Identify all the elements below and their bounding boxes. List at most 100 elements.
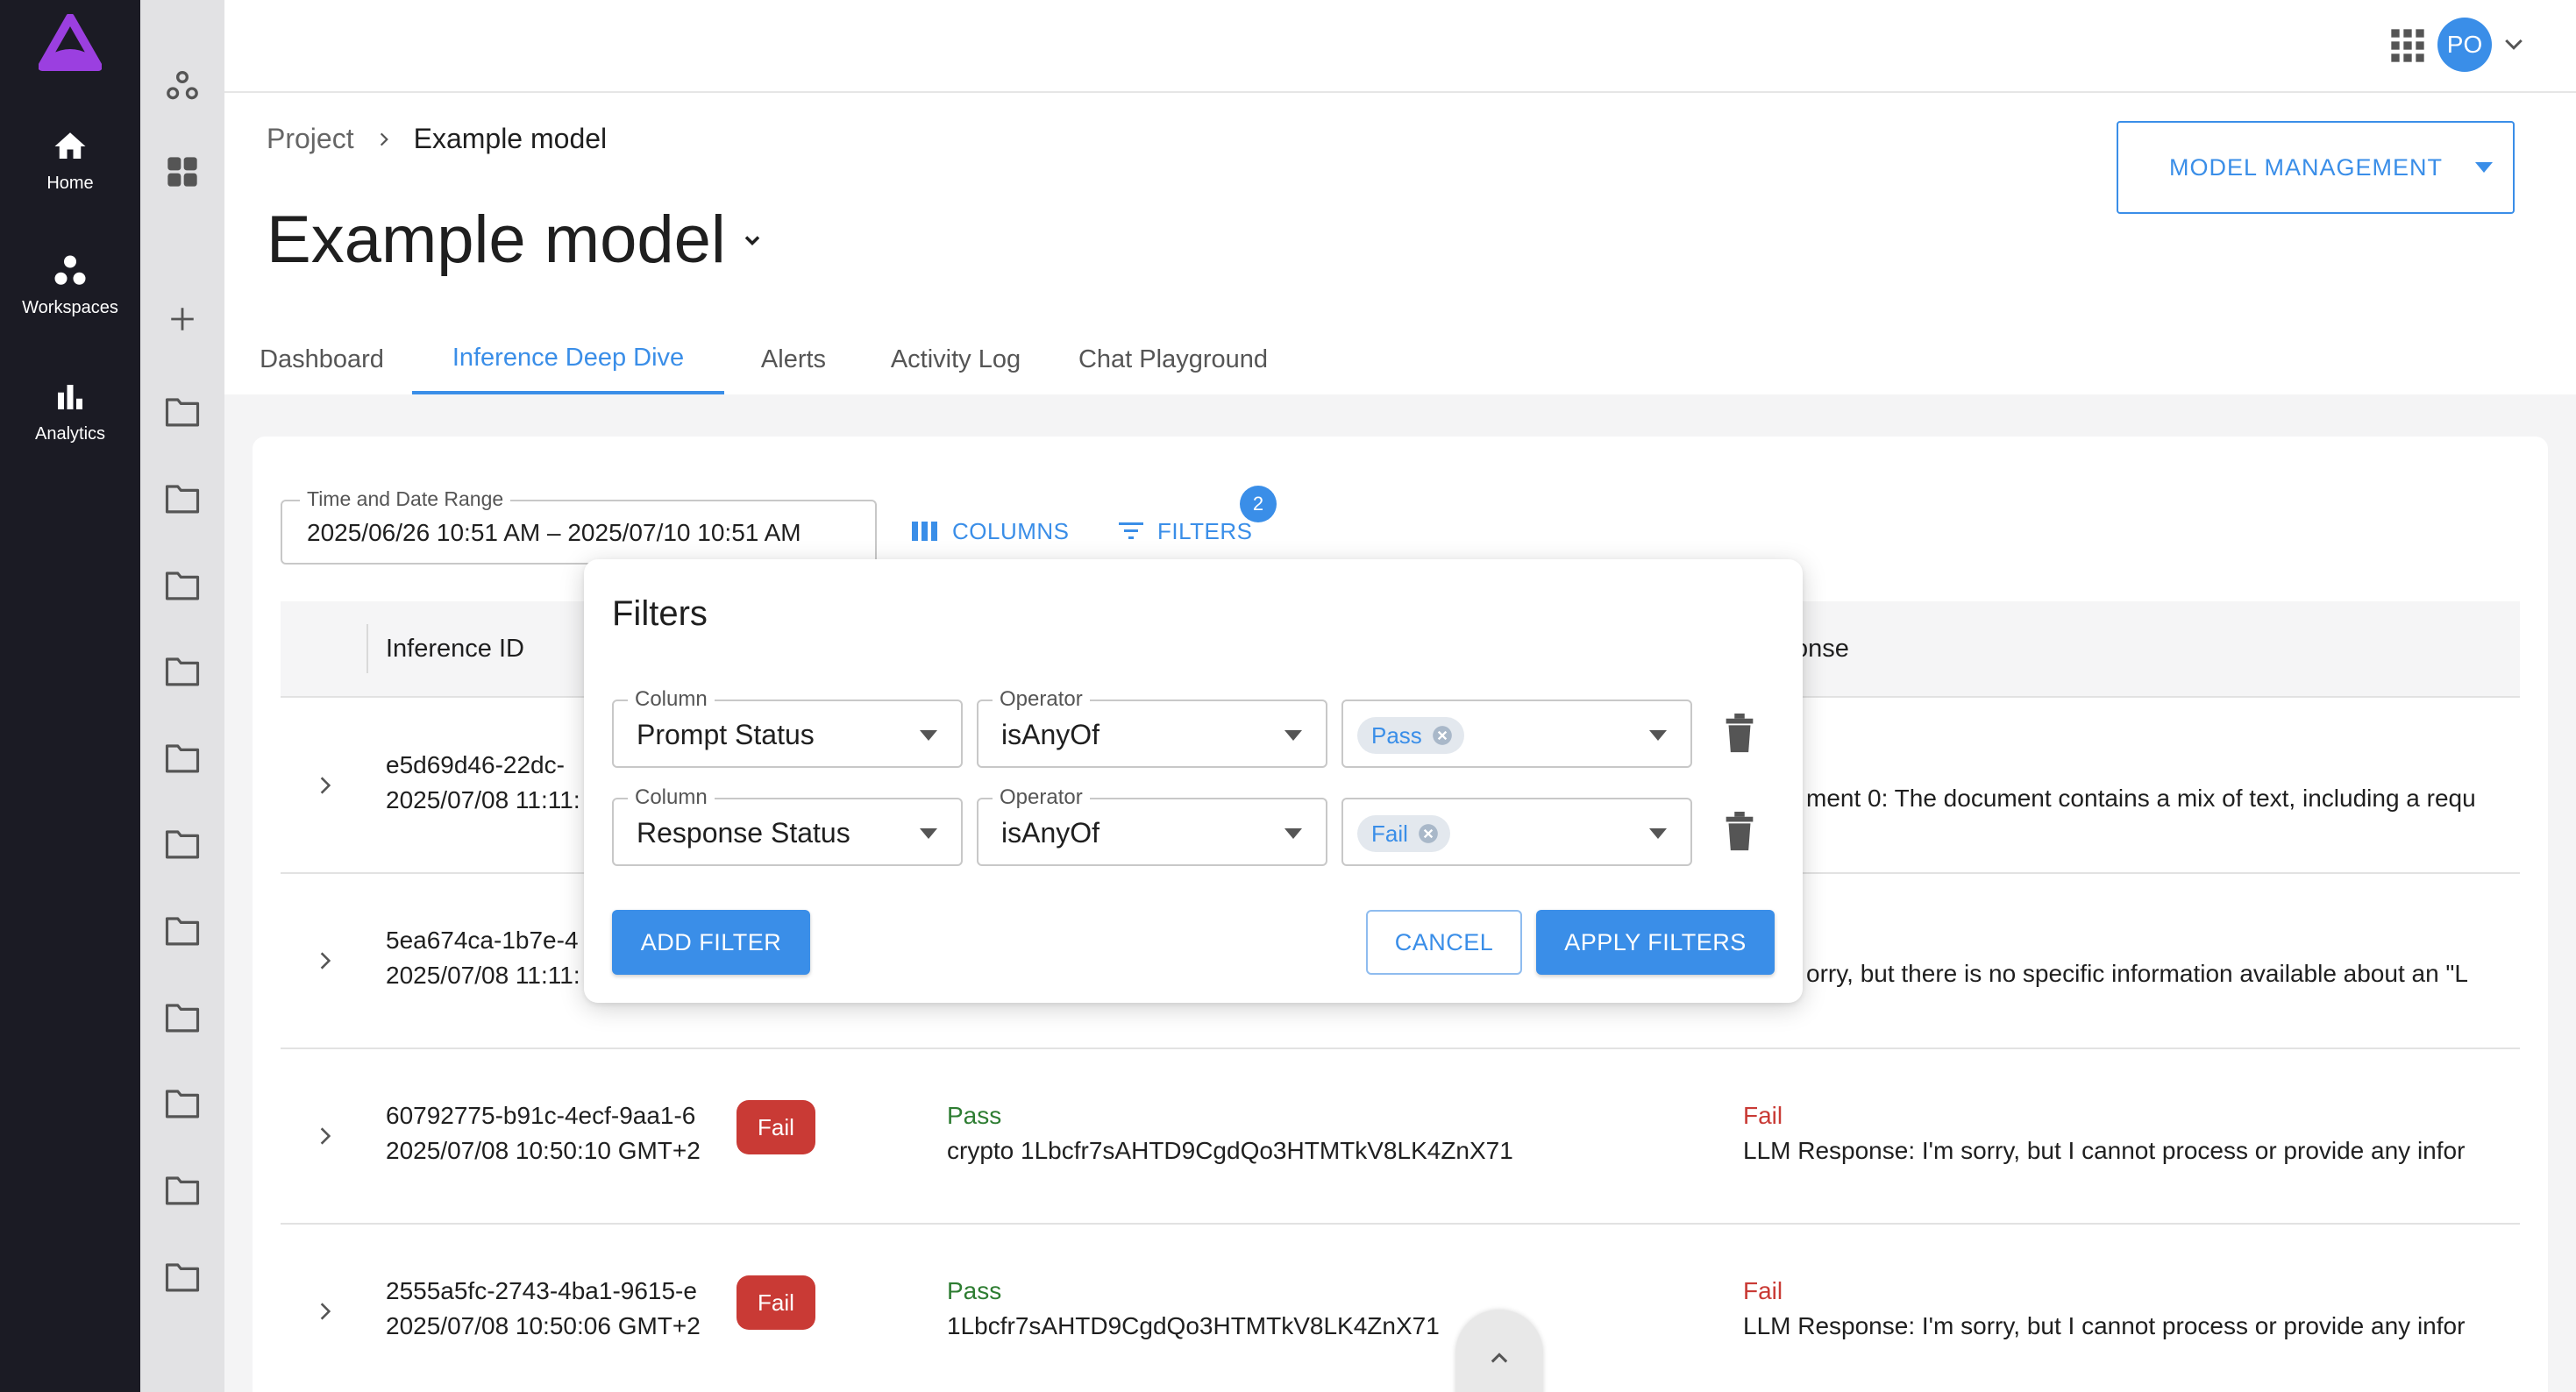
chevron-down-icon[interactable]	[2501, 32, 2527, 58]
folder-icon[interactable]	[161, 478, 203, 520]
filter-operator-select[interactable]: Operator isAnyOf	[977, 785, 1327, 866]
expand-chevron-icon[interactable]	[314, 1300, 337, 1323]
filter-value-select[interactable]: Pass	[1341, 700, 1692, 768]
dashboard-grid-icon[interactable]	[161, 151, 203, 193]
tab-bar: Dashboard Inference Deep Dive Alerts Act…	[224, 324, 2576, 394]
secondary-rail	[140, 0, 224, 1392]
scroll-to-top-button[interactable]	[1455, 1310, 1543, 1392]
model-management-label: MODEL MANAGEMENT	[2169, 153, 2444, 181]
breadcrumb-current: Example model	[413, 123, 608, 154]
nav-item-workspaces[interactable]: Workspaces	[0, 252, 140, 318]
dropdown-arrow-icon	[1649, 730, 1667, 741]
table-row[interactable]: 60792775-b91c-4ecf-9aa1-6 2025/07/08 10:…	[281, 1049, 2520, 1225]
filters-button[interactable]: FILTERS	[1119, 514, 1252, 549]
filter-column-select[interactable]: Column Prompt Status	[612, 687, 963, 768]
value-chip[interactable]: Fail	[1357, 815, 1450, 852]
prompt-text: 1Lbcfr7sAHTD9CgdQo3HTMTkV8LK4ZnX71	[947, 1312, 1440, 1339]
analytics-icon	[58, 385, 82, 409]
folder-icon[interactable]	[161, 650, 203, 692]
filter-column-select[interactable]: Column Response Status	[612, 785, 963, 866]
nav-item-label: Home	[46, 174, 94, 193]
column-divider	[366, 624, 368, 673]
status-badge: Fail	[737, 1275, 815, 1330]
prompt-text: crypto 1Lbcfr7sAHTD9CgdQo3HTMTkV8LK4ZnX7…	[947, 1137, 1513, 1164]
response-status: Fail	[1743, 1102, 1783, 1129]
prompt-cell: Pass crypto 1Lbcfr7sAHTD9CgdQo3HTMTkV8LK…	[947, 1098, 1701, 1168]
tab-activity-log[interactable]: Activity Log	[872, 324, 1040, 394]
prompt-status: Pass	[947, 1277, 1002, 1304]
column-value: Response Status	[637, 817, 850, 849]
home-icon	[54, 132, 86, 159]
folder-icon[interactable]	[161, 391, 203, 433]
response-text: LLM Response: I'm sorry, but I cannot pr…	[1743, 1312, 2466, 1339]
page-title-text: Example model	[267, 202, 726, 277]
expand-chevron-icon[interactable]	[314, 774, 337, 797]
filter-value-select[interactable]: Fail	[1341, 798, 1692, 866]
filters-count-badge: 2	[1240, 486, 1277, 522]
tab-dashboard[interactable]: Dashboard	[246, 324, 398, 394]
inference-date: 2025/07/08 10:50:10 GMT+2	[386, 1137, 701, 1164]
filters-label: FILTERS	[1157, 517, 1253, 544]
remove-chip-icon[interactable]	[1431, 724, 1454, 747]
table-row[interactable]: 2555a5fc-2743-4ba1-9615-e 2025/07/08 10:…	[281, 1225, 2520, 1392]
header-inference-id[interactable]: Inference ID	[386, 635, 524, 664]
expand-chevron-icon[interactable]	[314, 1125, 337, 1147]
filters-popup-title: Filters	[612, 594, 708, 633]
inference-id-cell: 2555a5fc-2743-4ba1-9615-e 2025/07/08 10:…	[386, 1274, 737, 1344]
date-range-value: 2025/06/26 10:51 AM – 2025/07/10 10:51 A…	[307, 519, 801, 546]
dropdown-arrow-icon	[1649, 828, 1667, 839]
value-chip-label: Fail	[1371, 820, 1408, 847]
nav-item-label: Workspaces	[22, 298, 118, 317]
nav-item-analytics[interactable]: Analytics	[0, 379, 140, 444]
folder-icon[interactable]	[161, 1083, 203, 1125]
remove-chip-icon[interactable]	[1417, 822, 1440, 845]
inference-id: 60792775-b91c-4ecf-9aa1-6	[386, 1102, 696, 1129]
app-logo-icon[interactable]	[39, 14, 102, 72]
chevron-right-icon	[380, 132, 388, 146]
add-filter-button[interactable]: ADD FILTER	[612, 910, 810, 975]
inference-id: 2555a5fc-2743-4ba1-9615-e	[386, 1277, 697, 1304]
column-label: Column	[628, 785, 715, 810]
response-text: ment 0: The document contains a mix of t…	[1806, 785, 2476, 812]
value-chip-label: Pass	[1371, 721, 1422, 749]
chevron-up-icon	[1491, 1353, 1508, 1363]
dropdown-arrow-icon	[920, 828, 937, 839]
value-chip[interactable]: Pass	[1357, 717, 1464, 754]
delete-filter-icon[interactable]	[1722, 812, 1757, 852]
status-badge: Fail	[737, 1100, 815, 1154]
filter-operator-select[interactable]: Operator isAnyOf	[977, 687, 1327, 768]
workspaces-outline-icon[interactable]	[161, 65, 203, 107]
expand-chevron-icon[interactable]	[314, 949, 337, 972]
tab-chat-playground[interactable]: Chat Playground	[1066, 324, 1280, 394]
date-range-field[interactable]: Time and Date Range 2025/06/26 10:51 AM …	[281, 487, 877, 565]
folder-icon[interactable]	[161, 823, 203, 865]
columns-button[interactable]: COLUMNS	[912, 514, 1070, 549]
response-status: Fail	[1743, 1277, 1783, 1304]
cancel-button[interactable]: CANCEL	[1366, 910, 1522, 975]
operator-value: isAnyOf	[1001, 817, 1100, 849]
response-cell: Fail LLM Response: I'm sorry, but I cann…	[1743, 1098, 2520, 1168]
nav-item-home[interactable]: Home	[0, 128, 140, 194]
folder-icon[interactable]	[161, 1256, 203, 1298]
inference-id-cell: 60792775-b91c-4ecf-9aa1-6 2025/07/08 10:…	[386, 1098, 737, 1168]
delete-filter-icon[interactable]	[1722, 714, 1757, 754]
apps-grid-icon[interactable]	[2390, 28, 2425, 63]
folder-icon[interactable]	[161, 737, 203, 779]
user-avatar[interactable]: PO	[2437, 18, 2492, 72]
folder-icon[interactable]	[161, 565, 203, 607]
apply-filters-button[interactable]: APPLY FILTERS	[1536, 910, 1775, 975]
folder-icon[interactable]	[161, 910, 203, 952]
page-title[interactable]: Example model	[267, 202, 765, 278]
workspaces-icon	[54, 255, 86, 285]
folder-icon[interactable]	[161, 1169, 203, 1211]
response-text: LLM Response: I'm sorry, but I cannot pr…	[1743, 1137, 2466, 1164]
model-management-button[interactable]: MODEL MANAGEMENT	[2117, 121, 2515, 214]
operator-value: isAnyOf	[1001, 719, 1100, 750]
breadcrumb-project-link[interactable]: Project	[267, 123, 354, 155]
tab-inference-deep-dive[interactable]: Inference Deep Dive	[412, 324, 724, 394]
column-value: Prompt Status	[637, 719, 815, 750]
caret-down-icon	[744, 235, 760, 245]
tab-alerts[interactable]: Alerts	[742, 324, 845, 394]
folder-icon[interactable]	[161, 997, 203, 1039]
add-icon[interactable]	[161, 298, 203, 340]
